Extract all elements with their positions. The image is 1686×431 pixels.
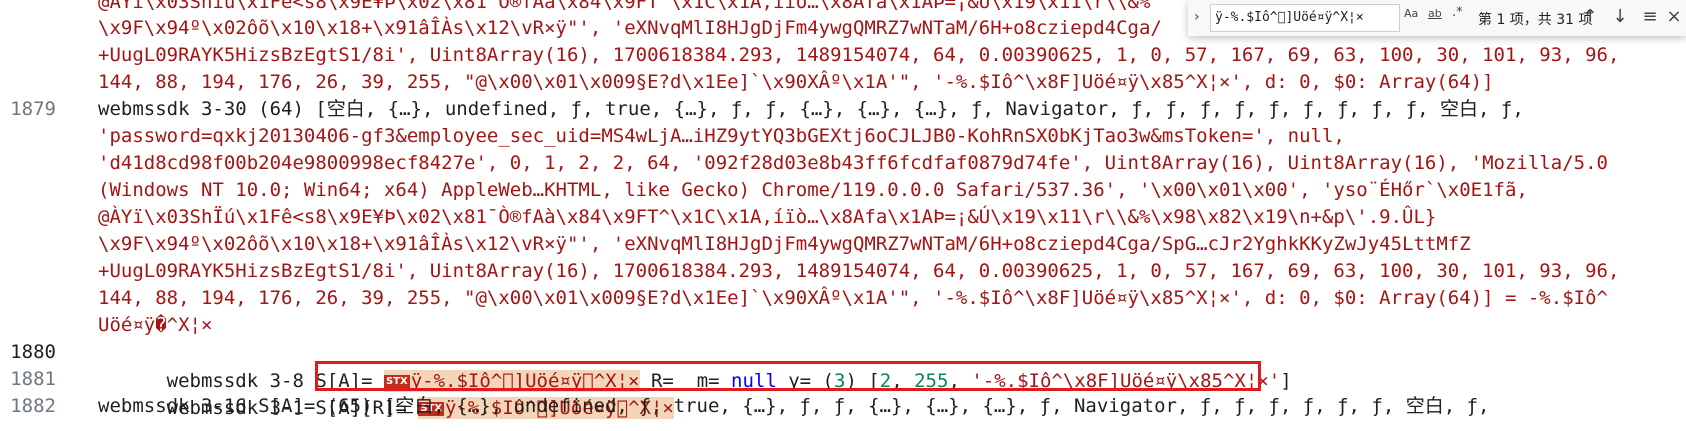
number-value: 2	[879, 370, 892, 392]
code-line-1882: webmssdk 3-16 S[A]= (65) [空白, {…}, undef…	[98, 395, 1490, 417]
log-text: ]	[1280, 370, 1292, 392]
line-number: 1879	[10, 98, 56, 120]
line-number-gutter: 1879 1880 1881 1882	[0, 0, 70, 431]
null-keyword: null	[731, 370, 777, 392]
code-line: 144, 88, 194, 176, 26, 39, 255, "@\x00\x…	[98, 71, 1494, 93]
string-value: '-%.$Iô^\x8F]Uöé¤ÿ\x85^X¦×'	[971, 370, 1281, 392]
line-number: 1881	[10, 368, 56, 390]
line-number: 1882	[10, 395, 56, 417]
whole-word-toggle[interactable]: ab	[1428, 7, 1442, 20]
code-line: +UugL09RAYK5HizsBzEgtS1/8i', Uint8Array(…	[98, 260, 1620, 282]
log-text: ,	[948, 370, 972, 392]
code-line: \x9F\x94º\x02ôõ\x10\x18+\x91âÎÀs\x12\vR×…	[98, 17, 1162, 39]
code-line: +UugL09RAYK5HizsBzEgtS1/8i', Uint8Array(…	[98, 44, 1620, 66]
code-line: 'd41d8cd98f00b204e9800998ecf8427e', 0, 1…	[98, 152, 1608, 174]
code-line: \x9F\x94º\x02ôõ\x10\x18+\x91âÎÀs\x12\vR×…	[98, 233, 1471, 255]
code-line: (Windows NT 10.0; Win64; x64) AppleWeb…K…	[98, 179, 1528, 201]
find-widget[interactable]: › ÿ-%.$Iô^ ]Uöé¤ÿ^X¦× Aa ab .* 第 1 项，共 3…	[1188, 0, 1686, 36]
regex-toggle[interactable]: .*	[1452, 5, 1463, 20]
arrow-up-icon[interactable]: ↑	[1578, 5, 1602, 29]
code-line: 'password=qxkj20130406-gf3&employee_sec_…	[98, 125, 1345, 147]
number-value: 255	[914, 370, 949, 392]
log-text: y= (	[776, 370, 834, 392]
code-editor[interactable]: 1879 1880 1881 1882 @ÀYï\x03Shïu\x1Fê<s8…	[0, 0, 1686, 431]
line-number: 1880	[10, 341, 56, 363]
log-text: ) [	[845, 370, 880, 392]
hamburger-icon[interactable]: ≡	[1638, 5, 1662, 29]
code-content[interactable]: @ÀYï\x03Shïu\x1Fê<s8\x9E¥Þ\x02\x81¯Ò®fAà…	[98, 0, 1686, 431]
close-icon[interactable]: ×	[1662, 5, 1686, 29]
code-line-1881: webmssdk 3-1 S[A][R]= STX ÿ-%.$Iô^ ]Uöé¤ÿ…	[98, 365, 674, 419]
code-line: 144, 88, 194, 176, 26, 39, 255, "@\x00\x…	[98, 287, 1608, 309]
code-line: @ÀYï\x03ShÏú\x1Fê<s8\x9E¥Þ\x02\x81¯Ò®fAà…	[98, 206, 1437, 228]
result-count: 第 1 项，共 31 项	[1478, 12, 1593, 28]
number-value: 3	[833, 370, 846, 392]
code-line: Uöé¤ÿ�^X¦×	[98, 314, 213, 336]
code-line: webmssdk 3-30 (64) [空白, {…}, undefined, …	[98, 98, 1524, 120]
chevron-right-icon[interactable]: ›	[1194, 9, 1208, 27]
arrow-down-icon[interactable]: ↓	[1608, 5, 1632, 29]
find-input[interactable]: ÿ-%.$Iô^ ]Uöé¤ÿ^X¦×	[1210, 4, 1400, 32]
match-case-toggle[interactable]: Aa	[1404, 7, 1418, 20]
log-text: ,	[891, 370, 915, 392]
code-line-1880: webmssdk 3-8 S[A]= STX ÿ-%.$Iô^ ]Uöé¤ÿ ^X…	[98, 338, 1292, 392]
